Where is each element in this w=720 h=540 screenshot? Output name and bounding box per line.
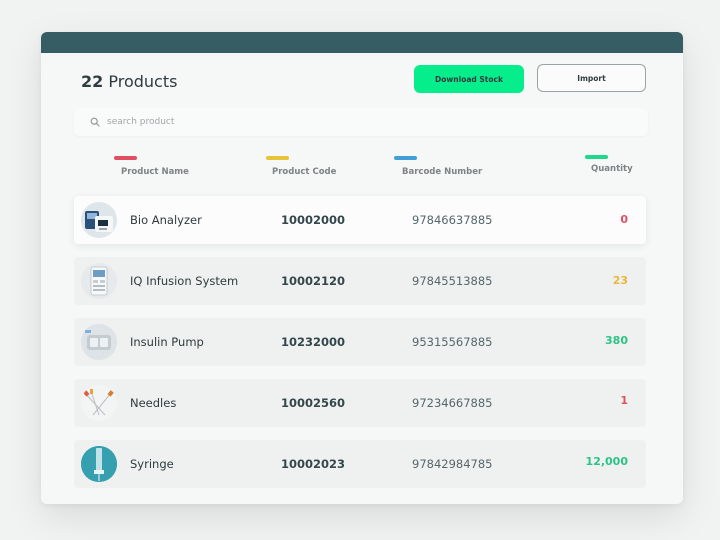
window-top-bar	[41, 32, 683, 53]
table-row[interactable]: Needles 10002560 97234667885 1	[74, 379, 646, 427]
page-title-word: Products	[108, 72, 178, 91]
column-header-product-code[interactable]: Product Code	[266, 156, 336, 177]
product-quantity: 12,000	[585, 455, 628, 468]
column-color-bar	[266, 156, 289, 160]
barcode-number: 97842984785	[412, 457, 493, 471]
table-row[interactable]: Bio Analyzer 10002000 97846637885 0	[74, 196, 646, 244]
product-quantity: 23	[612, 274, 628, 287]
product-name: Syringe	[130, 457, 174, 471]
product-name: IQ Infusion System	[130, 274, 239, 288]
product-quantity: 380	[605, 334, 628, 347]
column-label: Product Name	[121, 167, 189, 177]
product-code: 10002560	[281, 396, 346, 410]
product-code: 10232000	[281, 335, 346, 349]
column-label: Product Code	[272, 167, 337, 177]
barcode-number: 97234667885	[412, 396, 493, 410]
product-name: Insulin Pump	[130, 335, 204, 349]
syringe-thumbnail	[81, 446, 117, 482]
needles-thumbnail	[81, 385, 117, 421]
product-code: 10002023	[281, 457, 346, 471]
column-header-quantity[interactable]: Quantity	[585, 155, 633, 174]
search-input[interactable]	[107, 117, 507, 127]
product-quantity: 0	[620, 213, 628, 226]
page-title: 22 Products	[81, 72, 177, 91]
column-header-product-name[interactable]: Product Name	[114, 156, 189, 177]
barcode-number: 97845513885	[412, 274, 493, 288]
column-color-bar	[394, 156, 417, 160]
import-button[interactable]: Import	[537, 64, 646, 92]
download-stock-button[interactable]: Download Stock	[414, 65, 524, 93]
column-label: Barcode Number	[402, 167, 483, 177]
bio-analyzer-thumbnail	[81, 202, 117, 238]
column-color-bar	[585, 155, 608, 159]
column-header-barcode-number[interactable]: Barcode Number	[394, 156, 482, 177]
barcode-number: 95315567885	[412, 335, 493, 349]
table-row[interactable]: Insulin Pump 10232000 95315567885 380	[74, 318, 646, 366]
column-color-bar	[114, 156, 137, 160]
infusion-system-thumbnail	[81, 263, 117, 299]
product-code: 10002120	[281, 274, 346, 288]
barcode-number: 97846637885	[412, 213, 493, 227]
products-panel: 22 Products Download Stock Import Produc…	[41, 32, 683, 504]
product-name: Bio Analyzer	[130, 213, 202, 227]
product-code: 10002000	[281, 213, 346, 227]
product-quantity: 1	[620, 394, 628, 407]
search-bar[interactable]	[74, 108, 648, 136]
column-label: Quantity	[591, 164, 633, 174]
search-icon	[90, 117, 100, 127]
product-count: 22	[81, 72, 104, 91]
insulin-pump-thumbnail	[81, 324, 117, 360]
table-row[interactable]: IQ Infusion System 10002120 97845513885 …	[74, 257, 646, 305]
table-row[interactable]: Syringe 10002023 97842984785 12,000	[74, 440, 646, 488]
product-name: Needles	[130, 396, 177, 410]
